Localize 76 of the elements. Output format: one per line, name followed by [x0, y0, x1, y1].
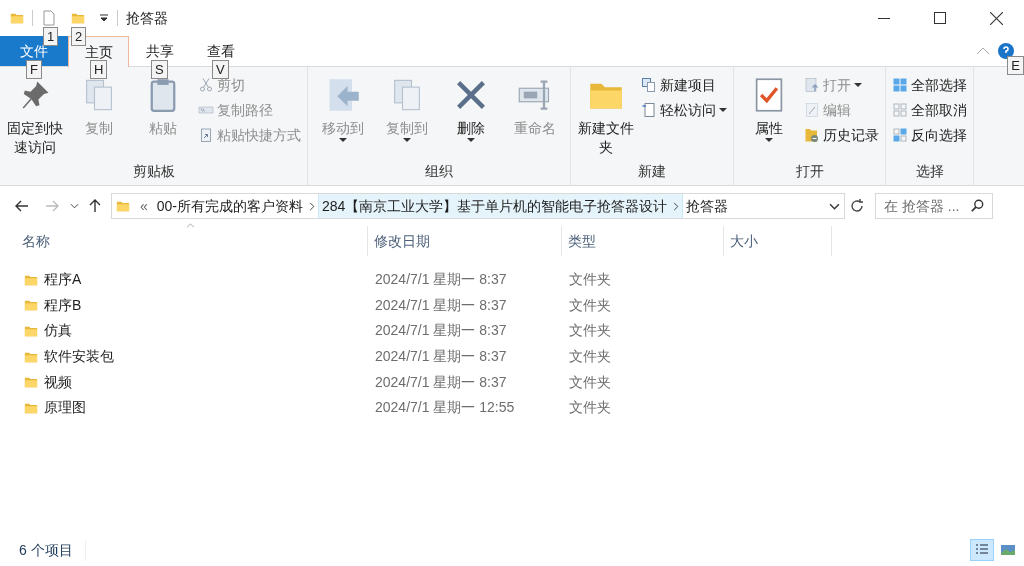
- window-title: 抢答器: [126, 8, 168, 28]
- file-name[interactable]: 软件安装包: [44, 346, 114, 368]
- breadcrumb[interactable]: 284【南京工业大学】基于单片机的智能电子抢答器设计: [318, 194, 684, 218]
- chevron-icon: [309, 201, 316, 211]
- breadcrumb[interactable]: 抢答器: [683, 194, 732, 218]
- keytip-tooltip: H: [90, 60, 108, 79]
- details-view-button[interactable]: [970, 539, 994, 561]
- scissors-icon: [198, 77, 214, 93]
- ribbon-button[interactable]: 轻松访问: [639, 98, 729, 122]
- column-header[interactable]: 类型: [562, 226, 724, 256]
- keytip-tooltip: 2: [71, 27, 87, 46]
- table-cell-text: 2024/7/1 星期一 8:37: [374, 295, 508, 315]
- new-item-icon: [641, 77, 657, 93]
- keytip-tooltip: E: [1007, 56, 1024, 75]
- file-name[interactable]: 程序B: [44, 294, 82, 316]
- sort-ascending-icon: [186, 223, 195, 228]
- chevron-icon: [673, 201, 680, 211]
- keytip-tooltip: 1: [43, 27, 59, 46]
- column-header[interactable]: 修改日期: [368, 226, 562, 256]
- back-icon[interactable]: [14, 198, 30, 214]
- history-icon: [804, 127, 820, 143]
- thumbnail-icon: [1000, 542, 1016, 558]
- select-none-icon: [892, 102, 908, 118]
- table-cell-text: 2024/7/1 星期一 8:37: [374, 321, 508, 341]
- table-cell-text: 2024/7/1 星期一 8:37: [374, 347, 508, 367]
- ribbon-button[interactable]: 反向选择: [890, 123, 969, 147]
- group-label: 组织: [424, 162, 454, 181]
- search-icon: [970, 199, 984, 213]
- file-name[interactable]: 原理图: [44, 397, 86, 419]
- table-cell-text: 文件夹: [568, 321, 612, 341]
- invert-selection-icon: [892, 127, 908, 143]
- ribbon-button[interactable]: 新建文件夹: [575, 71, 637, 161]
- overflow-chevron[interactable]: «: [134, 195, 154, 217]
- keytip-tooltip: S: [151, 60, 168, 79]
- keytip-tooltip: V: [212, 60, 229, 79]
- column-header[interactable]: 名称: [0, 226, 368, 256]
- column-header[interactable]: 大小: [724, 226, 832, 256]
- recent-dropdown-icon[interactable]: [70, 203, 79, 209]
- ribbon-button[interactable]: 全部选择: [890, 73, 969, 97]
- ribbon-button[interactable]: 全部取消: [890, 98, 969, 122]
- help-icon[interactable]: [998, 43, 1014, 59]
- refresh-icon[interactable]: [849, 198, 865, 214]
- select-all-icon: [892, 77, 908, 93]
- dropdown-icon[interactable]: [829, 202, 840, 210]
- document-icon: [641, 102, 657, 118]
- search-field[interactable]: 在 抢答器 ...: [875, 193, 993, 219]
- edit-icon: [804, 102, 820, 118]
- group-label: 打开: [794, 162, 825, 181]
- table-cell-text: 2024/7/1 星期一 8:37: [374, 372, 508, 392]
- breadcrumb[interactable]: 00-所有完成的客户资料: [153, 194, 319, 218]
- table-cell-text: 文件夹: [568, 295, 612, 315]
- open-icon: [804, 77, 820, 93]
- up-icon[interactable]: [87, 198, 103, 214]
- table-cell-text: 文件夹: [568, 347, 612, 367]
- ribbon-button[interactable]: 历史记录: [802, 123, 881, 147]
- group-label: 新建: [637, 162, 667, 181]
- address-field[interactable]: « 00-所有完成的客户资料 284【南京工业大学】基于单片机的智能电子抢答器设计 抢答器: [111, 193, 845, 219]
- ribbon-button[interactable]: 新建项目: [639, 73, 729, 97]
- group-label: 选择: [914, 162, 945, 181]
- customize-dropdown-icon[interactable]: [99, 14, 109, 22]
- table-cell-text: 2024/7/1 星期一 12:55: [374, 398, 516, 418]
- group-label: 剪贴板: [131, 162, 176, 181]
- table-cell-text: 2024/7/1 星期一 8:37: [374, 270, 508, 290]
- file-name[interactable]: 仿真: [44, 320, 72, 342]
- table-cell-text: 文件夹: [568, 270, 612, 290]
- item-count: 6 个项目: [19, 539, 86, 561]
- file-name[interactable]: 程序A: [44, 269, 82, 291]
- ribbon-button[interactable]: 属性: [738, 71, 800, 161]
- file-name[interactable]: 视频: [44, 371, 72, 393]
- ribbon-button[interactable]: 删除: [440, 71, 502, 161]
- collapse-ribbon-icon[interactable]: [976, 47, 990, 55]
- shortcut-icon: [198, 127, 214, 143]
- keytip-tooltip: F: [26, 60, 42, 79]
- table-cell-text: 文件夹: [568, 398, 612, 418]
- table-cell-text: 文件夹: [568, 372, 612, 392]
- close-icon: [989, 11, 1003, 25]
